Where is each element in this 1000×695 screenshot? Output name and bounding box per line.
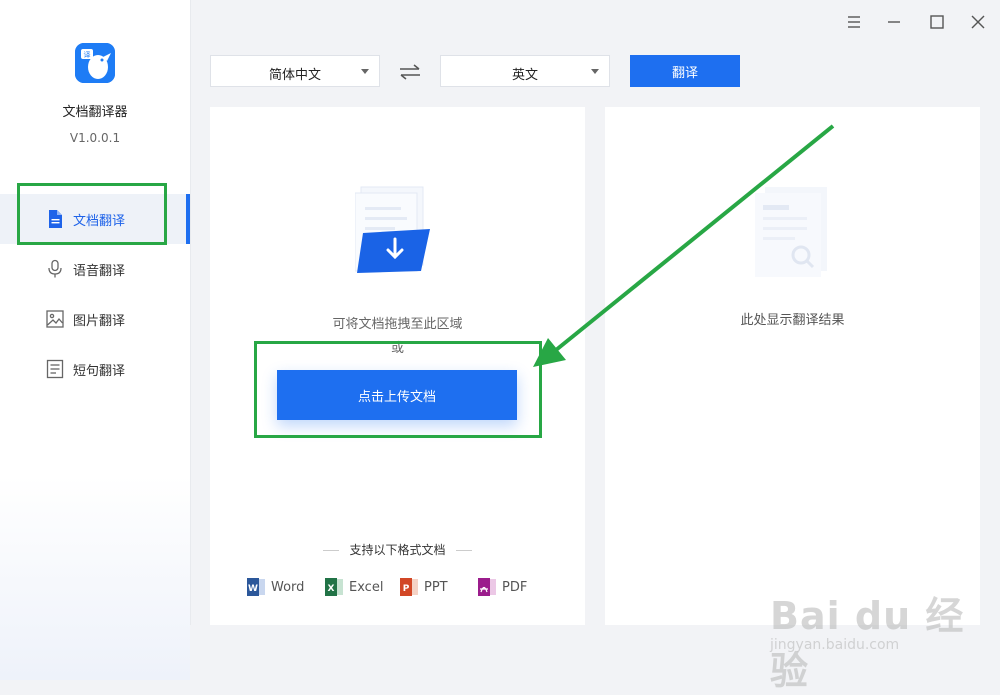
translate-button[interactable]: 翻译: [630, 55, 740, 87]
format-word: W Word: [247, 577, 304, 597]
image-icon: [45, 309, 65, 329]
supported-formats-title: 支持以下格式文档: [210, 541, 585, 558]
text-list-icon: [45, 359, 65, 379]
document-icon: [45, 209, 65, 229]
menu-icon[interactable]: [843, 11, 865, 33]
minimize-icon[interactable]: [883, 11, 905, 33]
chevron-down-icon: [591, 69, 599, 74]
sidebar-item-document-translate[interactable]: 文档翻译: [0, 194, 190, 244]
svg-text:译: 译: [84, 51, 91, 59]
upload-document-button[interactable]: 点击上传文档: [277, 370, 517, 420]
word-icon: W: [247, 577, 265, 597]
bottom-strip: [190, 625, 1000, 680]
sidebar-item-sentence-translate[interactable]: 短句翻译: [0, 344, 190, 394]
format-excel: X Excel: [325, 577, 383, 597]
close-icon[interactable]: [967, 11, 989, 33]
format-label: Excel: [349, 579, 384, 595]
app-logo-icon: 译: [75, 43, 115, 83]
sidebar-item-image-translate[interactable]: 图片翻译: [0, 294, 190, 344]
sidebar: 译 文档翻译器 V1.0.0.1 文档翻译 语音翻译 图片翻译 短句翻译: [0, 0, 191, 680]
swap-languages-icon[interactable]: [398, 62, 422, 82]
format-label: PDF: [502, 579, 528, 595]
result-panel: 此处显示翻译结果: [605, 107, 980, 625]
excel-icon: X: [325, 577, 343, 597]
drop-hint-text: 可将文档拖拽至此区域: [332, 317, 463, 332]
drop-hint-or-text: 或: [390, 341, 404, 356]
maximize-icon[interactable]: [926, 11, 948, 33]
sidebar-item-voice-translate[interactable]: 语音翻译: [0, 244, 190, 294]
sidebar-item-label: 短句翻译: [73, 364, 126, 379]
microphone-icon: [45, 259, 65, 279]
sidebar-item-label: 文档翻译: [73, 214, 126, 229]
pdf-icon: [478, 577, 496, 597]
sidebar-item-label: 语音翻译: [73, 264, 126, 279]
svg-text:X: X: [328, 584, 335, 594]
target-language-value: 英文: [511, 68, 538, 83]
format-label: PPT: [424, 579, 448, 595]
sidebar-item-label: 图片翻译: [73, 314, 126, 329]
svg-text:W: W: [248, 584, 258, 594]
chevron-down-icon: [361, 69, 369, 74]
target-language-select[interactable]: 英文: [440, 55, 610, 87]
source-language-select[interactable]: 简体中文: [210, 55, 380, 87]
app-name: 文档翻译器: [62, 105, 128, 120]
result-placeholder-text: 此处显示翻译结果: [740, 313, 845, 328]
app-version: V1.0.0.1: [69, 131, 121, 145]
svg-text:P: P: [403, 584, 410, 594]
source-language-value: 简体中文: [268, 68, 321, 83]
format-pdf: PDF: [478, 577, 527, 597]
document-search-illustration-icon: [755, 187, 835, 277]
format-label: Word: [271, 579, 305, 595]
upload-panel[interactable]: 可将文档拖拽至此区域 或 点击上传文档 支持以下格式文档 W Word X Ex…: [210, 107, 585, 625]
ppt-icon: P: [400, 577, 418, 597]
format-ppt: P PPT: [400, 577, 448, 597]
document-upload-illustration-icon: [354, 185, 440, 275]
